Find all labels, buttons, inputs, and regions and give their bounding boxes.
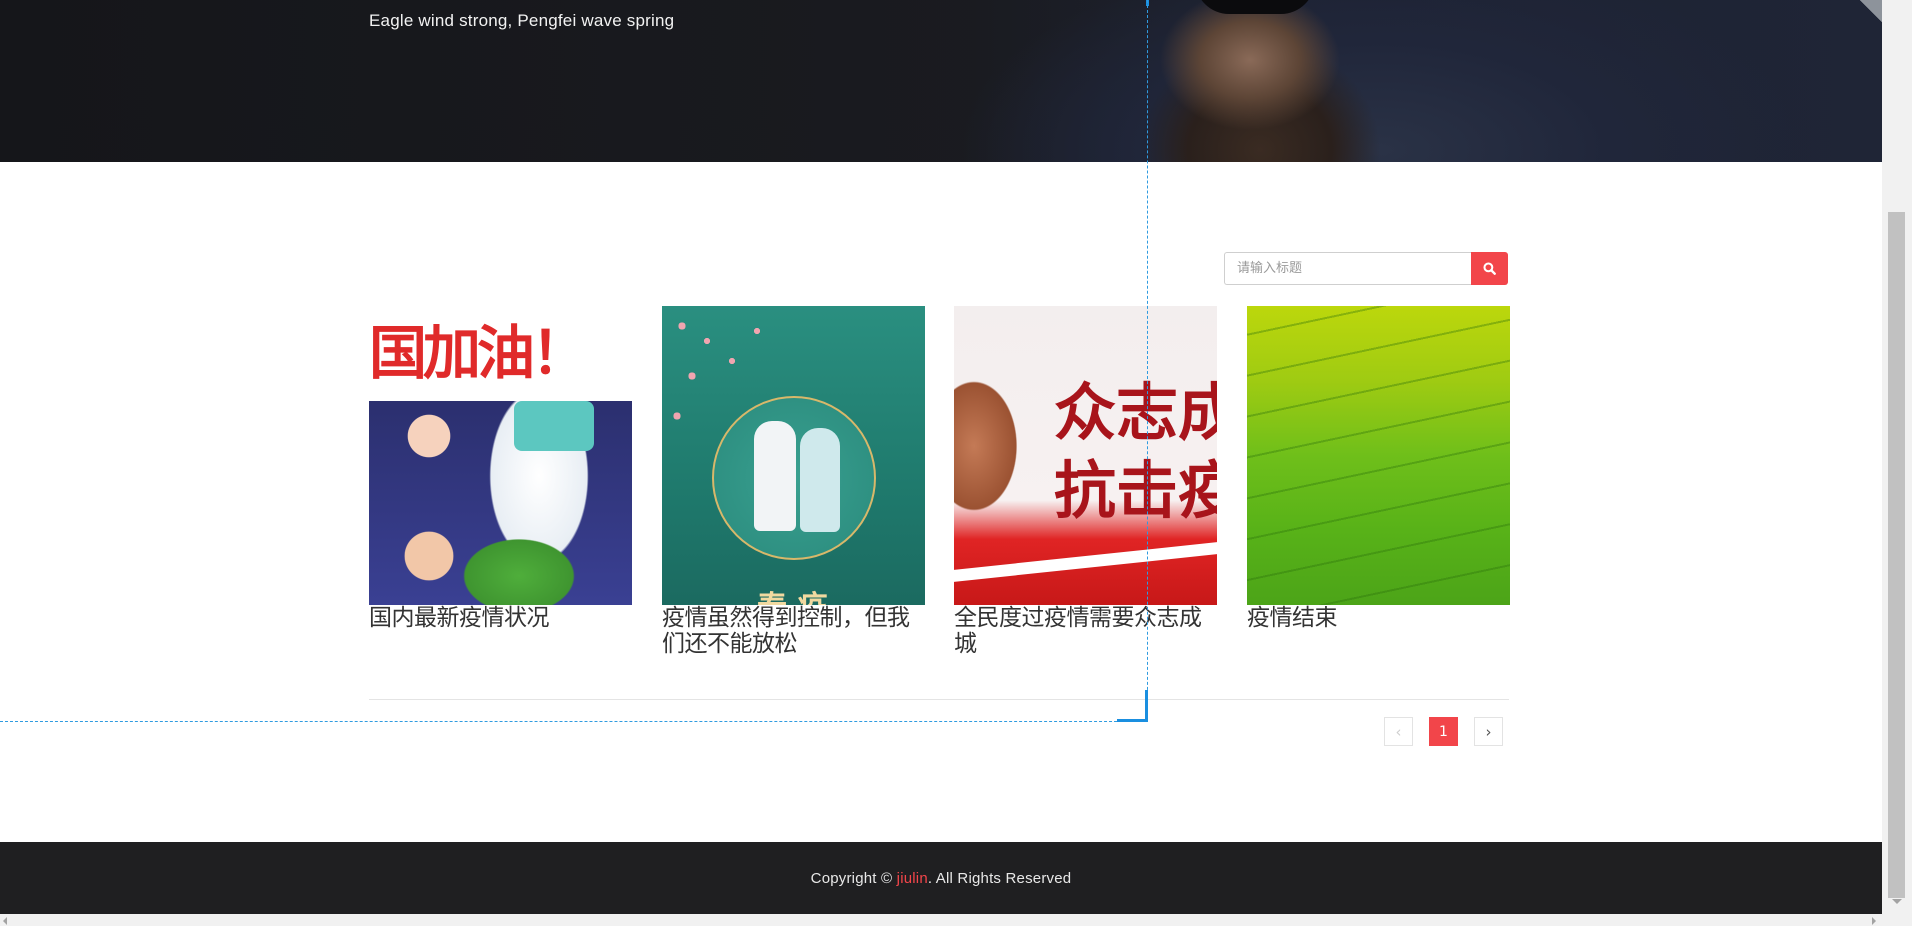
selection-guide-vertical (1147, 0, 1148, 720)
scroll-right-icon[interactable] (1872, 917, 1876, 925)
card-image-detail (800, 428, 840, 532)
hero-banner: Eagle wind strong, Pengfei wave spring (0, 0, 1882, 162)
page: Eagle wind strong, Pengfei wave spring 国… (0, 0, 1912, 926)
selection-guide-horizontal (0, 721, 1147, 722)
search-bar (1224, 252, 1508, 285)
next-page-button[interactable]: › (1474, 717, 1503, 746)
scroll-down-icon[interactable] (1892, 899, 1902, 904)
card-image[interactable]: 春 疫 (662, 306, 925, 605)
hero-photo-corner (1860, 0, 1882, 22)
card-image-detail (954, 366, 1024, 536)
scroll-left-icon[interactable] (3, 917, 7, 925)
card-image[interactable]: 国加油！ (369, 306, 632, 605)
hero-tagline: Eagle wind strong, Pengfei wave spring (369, 11, 675, 30)
card-image-text: 众志成 抗击疫 (1054, 376, 1217, 527)
footer-copyright-prefix: Copyright © (810, 869, 897, 887)
page-number-button[interactable]: 1 (1429, 717, 1458, 746)
horizontal-scrollbar[interactable] (0, 914, 1912, 926)
footer-copyright-suffix: . All Rights Reserved (927, 869, 1072, 887)
search-button[interactable] (1471, 252, 1508, 285)
search-input[interactable] (1224, 252, 1472, 285)
news-card[interactable]: 国加油！ 国内最新疫情状况 (369, 306, 632, 631)
card-title[interactable]: 全民度过疫情需要众志成城 (954, 605, 1217, 657)
divider (369, 699, 1509, 700)
news-card[interactable]: 疫情结束 (1247, 306, 1510, 631)
hero-photo (960, 0, 1882, 162)
card-image-detail (514, 401, 594, 451)
pagination: ‹ 1 › (1384, 717, 1503, 746)
footer: Copyright © jiulin . All Rights Reserved (0, 842, 1882, 914)
prev-page-button[interactable]: ‹ (1384, 717, 1413, 746)
card-image[interactable]: 众志成 抗击疫 (954, 306, 1217, 605)
footer-link[interactable]: jiulin (897, 870, 928, 887)
card-title[interactable]: 疫情结束 (1247, 605, 1510, 631)
card-title[interactable]: 疫情虽然得到控制，但我们还不能放松 (662, 605, 925, 657)
search-icon (1483, 262, 1496, 275)
news-card[interactable]: 春 疫 疫情虽然得到控制，但我们还不能放松 (662, 306, 925, 657)
card-image-detail (954, 542, 1217, 582)
news-card[interactable]: 众志成 抗击疫 全民度过疫情需要众志成城 (954, 306, 1217, 657)
vertical-scrollbar[interactable] (1882, 0, 1912, 914)
selection-resize-handle[interactable] (1117, 690, 1148, 722)
card-title[interactable]: 国内最新疫情状况 (369, 605, 632, 631)
card-image-detail (754, 421, 796, 531)
card-image-text: 国加油！ (369, 306, 632, 401)
vertical-scrollbar-thumb[interactable] (1888, 212, 1905, 898)
card-image[interactable] (1247, 306, 1510, 605)
card-image-text: 春 疫 (757, 582, 827, 605)
